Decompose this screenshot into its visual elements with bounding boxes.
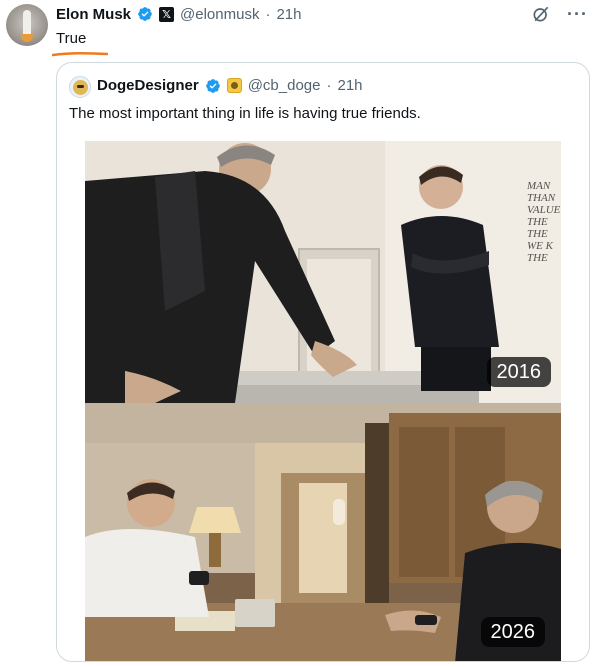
quoted-author-name[interactable]: DogeDesigner [97, 77, 199, 94]
doge-avatar-shape [73, 80, 88, 95]
avatar-flame-shape [21, 34, 33, 42]
wall-text-line: VALUE [527, 204, 561, 216]
tweet-text: True [56, 30, 87, 47]
affiliate-badge-icon [226, 78, 242, 93]
wall-text-line: THE [527, 228, 548, 240]
grok-icon[interactable] [531, 4, 551, 24]
year-badge: 2016 [486, 357, 551, 387]
wall-text-line: THE [527, 216, 548, 228]
wall-text-line: MAN [526, 180, 551, 192]
wall-text-line: THE [527, 252, 548, 264]
quoted-tweet-time[interactable]: 21h [337, 77, 362, 94]
separator-dot: · [265, 5, 271, 23]
photo-2016[interactable]: MAN THAN VALUE THE THE WE K THE 2016 [85, 141, 561, 403]
author-avatar[interactable] [6, 4, 48, 46]
separator-dot: · [326, 77, 332, 94]
author-handle[interactable]: @elonmusk [180, 6, 259, 23]
x-affiliate-badge-icon: 𝕏 [159, 6, 175, 22]
wall-text-line: WE K [527, 240, 554, 252]
photo-2026[interactable]: 2026 [85, 403, 561, 661]
more-icon[interactable]: ··· [567, 5, 588, 23]
verified-badge-icon [138, 7, 152, 21]
tweet-time[interactable]: 21h [276, 6, 301, 23]
tweet-actions-top: ··· [531, 4, 588, 24]
year-badge: 2026 [480, 617, 545, 647]
verified-badge-icon [205, 78, 220, 93]
quoted-tweet-text: The most important thing in life is havi… [69, 105, 421, 122]
quoted-author-avatar[interactable] [69, 76, 91, 98]
quoted-author-handle[interactable]: @cb_doge [248, 77, 321, 94]
quoted-tweet-card[interactable]: DogeDesigner @cb_doge · 21h The most imp… [56, 62, 590, 662]
tweet-header: Elon Musk 𝕏 @elonmusk · 21h [56, 4, 301, 24]
wall-text-line: THAN [527, 192, 556, 204]
hand-drawn-underline [52, 51, 108, 57]
avatar-rocket-shape [23, 10, 31, 36]
author-name[interactable]: Elon Musk [56, 6, 131, 23]
quoted-tweet-header: DogeDesigner @cb_doge · 21h [97, 77, 363, 94]
